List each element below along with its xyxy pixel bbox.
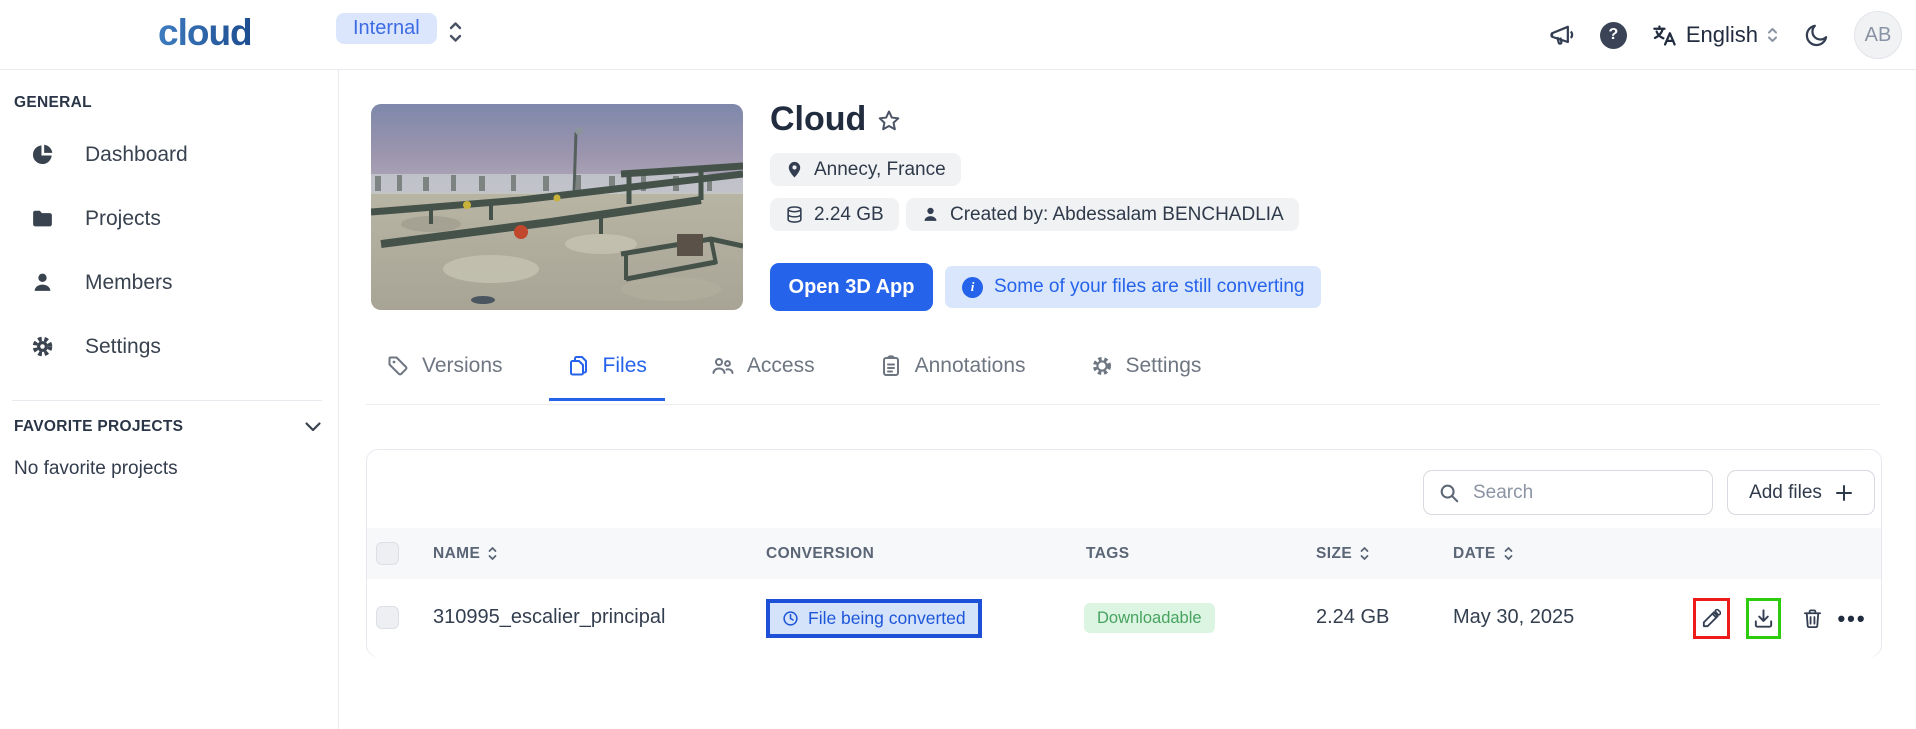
row-checkbox[interactable]: [376, 606, 399, 629]
tab-versions[interactable]: Versions: [384, 354, 505, 400]
column-header-conversion[interactable]: CONVERSION: [766, 545, 874, 563]
column-header-tags[interactable]: TAGS: [1086, 545, 1130, 563]
file-date: May 30, 2025: [1453, 606, 1574, 629]
clipboard-icon: [879, 354, 903, 378]
language-selector[interactable]: English: [1651, 22, 1779, 49]
open-3d-app-button[interactable]: Open 3D App: [770, 263, 933, 311]
delete-button[interactable]: [1798, 598, 1826, 639]
sidebar-item-label: Settings: [85, 335, 161, 359]
project-thumbnail[interactable]: [371, 104, 743, 310]
language-label: English: [1686, 22, 1758, 48]
project-creator: Created by: Abdessalam BENCHADLIA: [950, 204, 1284, 226]
converting-notice-text: Some of your files are still converting: [994, 276, 1304, 298]
tab-label: Versions: [422, 354, 503, 378]
sidebar: GENERAL Dashboard Projects: [0, 70, 339, 729]
conversion-status-text: File being converted: [808, 608, 966, 629]
downloadable-tag: Downloadable: [1084, 603, 1215, 633]
column-header-size[interactable]: SIZE: [1316, 545, 1370, 563]
project-size: 2.24 GB: [814, 204, 884, 226]
users-icon: [711, 354, 735, 378]
dark-mode-moon-icon[interactable]: [1803, 22, 1830, 49]
folder-icon: [30, 206, 55, 231]
tab-label: Settings: [1126, 354, 1202, 378]
file-search[interactable]: [1423, 470, 1713, 515]
top-bar: cloud Internal ? English: [0, 0, 1916, 70]
add-files-label: Add files: [1749, 482, 1822, 504]
files-icon: [567, 354, 591, 378]
conversion-status-badge: File being converted: [766, 599, 982, 638]
help-icon[interactable]: ?: [1600, 22, 1627, 49]
sidebar-item-settings[interactable]: Settings: [30, 334, 161, 359]
sidebar-item-projects[interactable]: Projects: [30, 206, 161, 231]
person-icon: [921, 205, 940, 224]
table-header-row: NAME CONVERSION TAGS SIZE DATE: [367, 528, 1881, 579]
project-size-pill: 2.24 GB: [770, 198, 899, 231]
project-location-pill: Annecy, France: [770, 153, 961, 186]
tab-label: Annotations: [915, 354, 1026, 378]
pencil-icon: [1700, 607, 1723, 630]
sidebar-divider: [12, 400, 322, 401]
sidebar-item-members[interactable]: Members: [30, 270, 173, 295]
tag-icon: [386, 354, 410, 378]
project-tab-bar: Versions Files Access: [366, 340, 1880, 405]
person-icon: [30, 270, 55, 295]
gear-icon: [1090, 354, 1114, 378]
info-icon: i: [962, 277, 983, 298]
tab-label: Files: [603, 354, 647, 378]
favorites-heading: FAVORITE PROJECTS: [14, 418, 183, 436]
sidebar-item-dashboard[interactable]: Dashboard: [30, 142, 188, 167]
sort-icon[interactable]: [1503, 545, 1514, 562]
sidebar-heading-general: GENERAL: [14, 94, 92, 112]
column-header-date[interactable]: DATE: [1453, 545, 1514, 563]
sidebar-item-label: Members: [85, 271, 173, 295]
project-creator-pill: Created by: Abdessalam BENCHADLIA: [906, 198, 1299, 231]
clock-icon: [782, 610, 799, 627]
favorite-star-icon[interactable]: [876, 108, 902, 139]
download-icon: [1752, 607, 1775, 630]
sort-icon[interactable]: [487, 545, 498, 562]
language-caret-icon: [1766, 25, 1779, 45]
tab-files[interactable]: Files: [565, 354, 649, 400]
avatar[interactable]: AB: [1854, 11, 1902, 59]
select-all-checkbox[interactable]: [376, 542, 399, 565]
edit-button[interactable]: [1693, 598, 1730, 639]
favorites-empty-text: No favorite projects: [14, 458, 178, 480]
tab-access[interactable]: Access: [709, 354, 817, 400]
file-name: 310995_escalier_principal: [433, 606, 665, 629]
table-row[interactable]: 310995_escalier_principal File being con…: [367, 579, 1881, 657]
plus-icon: [1835, 484, 1853, 502]
files-panel: Add files NAME CONVERSION TAGS SIZE: [366, 449, 1882, 657]
sort-icon[interactable]: [1359, 545, 1370, 562]
project-title: Cloud: [770, 100, 866, 139]
translate-icon: [1651, 22, 1678, 49]
sidebar-item-label: Dashboard: [85, 143, 188, 167]
megaphone-icon[interactable]: [1548, 21, 1576, 49]
tab-settings[interactable]: Settings: [1088, 354, 1204, 400]
file-size: 2.24 GB: [1316, 606, 1389, 629]
favorites-section-header[interactable]: FAVORITE PROJECTS: [14, 418, 322, 436]
tab-label: Access: [747, 354, 815, 378]
app-logo[interactable]: cloud: [158, 12, 252, 54]
converting-notice-banner: i Some of your files are still convertin…: [945, 266, 1321, 308]
workspace-badge[interactable]: Internal: [336, 13, 437, 44]
pie-chart-icon: [30, 142, 55, 167]
more-actions-button[interactable]: •••: [1833, 598, 1871, 639]
database-icon: [785, 205, 804, 224]
add-files-button[interactable]: Add files: [1727, 470, 1875, 515]
workspace-caret-icon[interactable]: [447, 19, 464, 45]
download-button[interactable]: [1746, 598, 1781, 639]
chevron-down-icon[interactable]: [304, 421, 322, 433]
tab-annotations[interactable]: Annotations: [877, 354, 1028, 400]
column-header-name[interactable]: NAME: [433, 545, 498, 563]
search-icon: [1438, 482, 1460, 504]
trash-icon: [1801, 607, 1824, 630]
gear-icon: [30, 334, 55, 359]
search-input[interactable]: [1473, 482, 1673, 504]
project-location: Annecy, France: [814, 159, 946, 181]
location-pin-icon: [785, 160, 804, 179]
sidebar-item-label: Projects: [85, 207, 161, 231]
